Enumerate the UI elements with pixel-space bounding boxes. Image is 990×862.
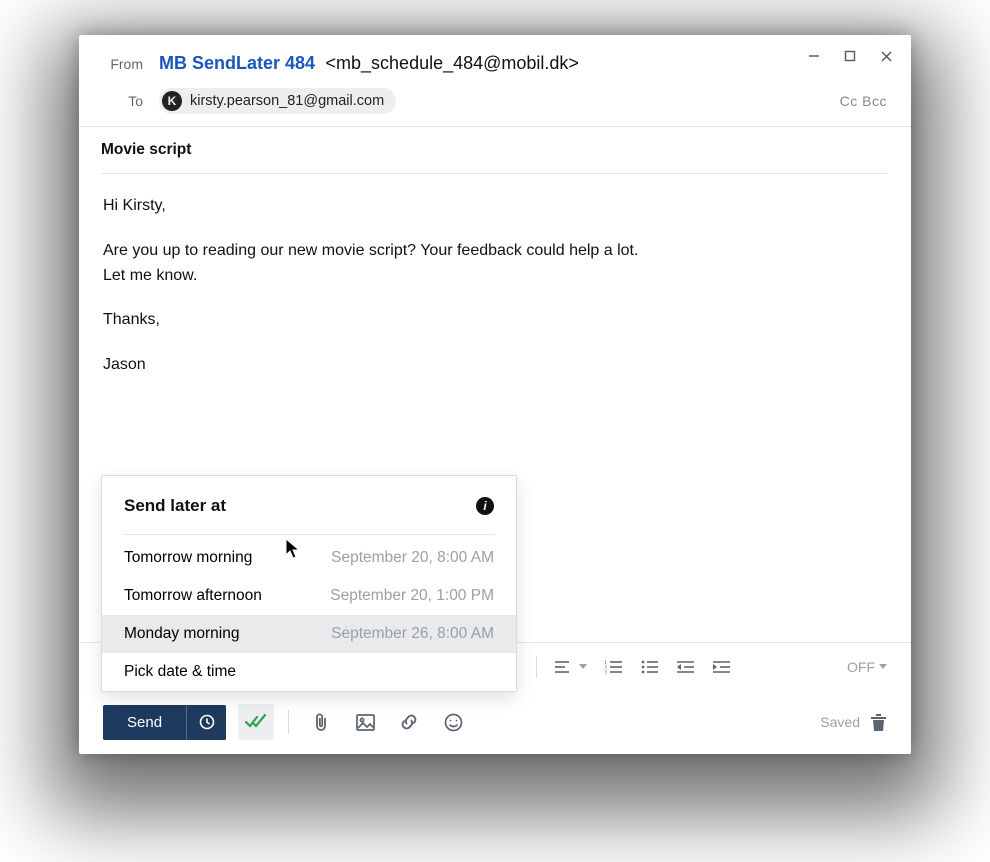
indent-button[interactable] xyxy=(713,660,731,674)
from-field[interactable]: MB SendLater 484 <mb_schedule_484@mobil.… xyxy=(159,53,579,74)
send-later-option[interactable]: Tomorrow afternoon September 20, 1:00 PM xyxy=(102,577,516,615)
subject-field[interactable]: Movie script xyxy=(101,127,887,174)
saved-status: Saved xyxy=(820,714,860,730)
emoji-button[interactable] xyxy=(435,704,471,740)
outdent-button[interactable] xyxy=(677,660,695,674)
cc-bcc-toggle[interactable]: Cc Bcc xyxy=(840,93,887,109)
body-greeting: Hi Kirsty, xyxy=(103,194,887,219)
window-controls xyxy=(795,41,905,71)
close-button[interactable] xyxy=(877,47,895,65)
send-later-option[interactable]: Tomorrow morning September 20, 8:00 AM xyxy=(102,539,516,577)
minimize-button[interactable] xyxy=(805,47,823,65)
send-later-popup: Send later at i Tomorrow morning Septemb… xyxy=(101,475,517,692)
maximize-button[interactable] xyxy=(841,47,859,65)
svg-text:3: 3 xyxy=(605,670,607,674)
attach-button[interactable] xyxy=(303,704,339,740)
option-label: Tomorrow afternoon xyxy=(124,587,262,605)
option-datetime: September 20, 1:00 PM xyxy=(330,587,494,605)
to-row: To K kirsty.pearson_81@gmail.com Cc Bcc xyxy=(79,88,911,127)
bullet-list-button[interactable] xyxy=(641,660,659,674)
numbered-list-button[interactable]: 123 xyxy=(605,660,623,674)
option-datetime: September 20, 8:00 AM xyxy=(331,549,494,567)
body-paragraph: Are you up to reading our new movie scri… xyxy=(103,239,887,289)
discard-button[interactable] xyxy=(870,713,887,732)
align-group xyxy=(555,660,587,674)
body-thanks: Thanks, xyxy=(103,308,887,333)
info-icon[interactable]: i xyxy=(476,497,494,515)
read-receipt-button[interactable] xyxy=(238,704,274,740)
message-body[interactable]: Hi Kirsty, Are you up to reading our new… xyxy=(79,174,911,378)
option-datetime: September 26, 8:00 AM xyxy=(331,625,494,643)
tracking-toggle[interactable]: OFF xyxy=(847,659,887,675)
from-row: From MB SendLater 484 <mb_schedule_484@m… xyxy=(103,53,887,88)
insert-link-button[interactable] xyxy=(391,704,427,740)
compose-window: From MB SendLater 484 <mb_schedule_484@m… xyxy=(79,35,911,754)
option-label: Monday morning xyxy=(124,625,239,643)
from-address: <mb_schedule_484@mobil.dk> xyxy=(326,53,579,73)
schedule-send-button[interactable] xyxy=(186,705,226,740)
insert-image-button[interactable] xyxy=(347,704,383,740)
send-later-option[interactable]: Monday morning September 26, 8:00 AM xyxy=(102,615,516,653)
align-button[interactable] xyxy=(555,660,573,674)
to-label: To xyxy=(103,93,143,109)
from-name: MB SendLater 484 xyxy=(159,53,315,73)
compose-toolbar: Send Saved xyxy=(79,690,911,754)
recipient-chip[interactable]: K kirsty.pearson_81@gmail.com xyxy=(159,88,396,114)
body-signature: Jason xyxy=(103,353,887,378)
option-label: Pick date & time xyxy=(124,663,236,681)
align-dropdown-icon[interactable] xyxy=(579,664,587,670)
send-later-option-pick[interactable]: Pick date & time xyxy=(102,653,516,691)
send-button-group: Send xyxy=(103,705,226,740)
option-label: Tomorrow morning xyxy=(124,549,252,567)
recipient-email: kirsty.pearson_81@gmail.com xyxy=(190,93,384,109)
send-button[interactable]: Send xyxy=(103,705,186,740)
popup-title: Send later at xyxy=(124,496,226,516)
from-label: From xyxy=(103,56,143,72)
avatar: K xyxy=(162,91,182,111)
tracking-label: OFF xyxy=(847,659,875,675)
compose-header: From MB SendLater 484 <mb_schedule_484@m… xyxy=(79,35,911,127)
